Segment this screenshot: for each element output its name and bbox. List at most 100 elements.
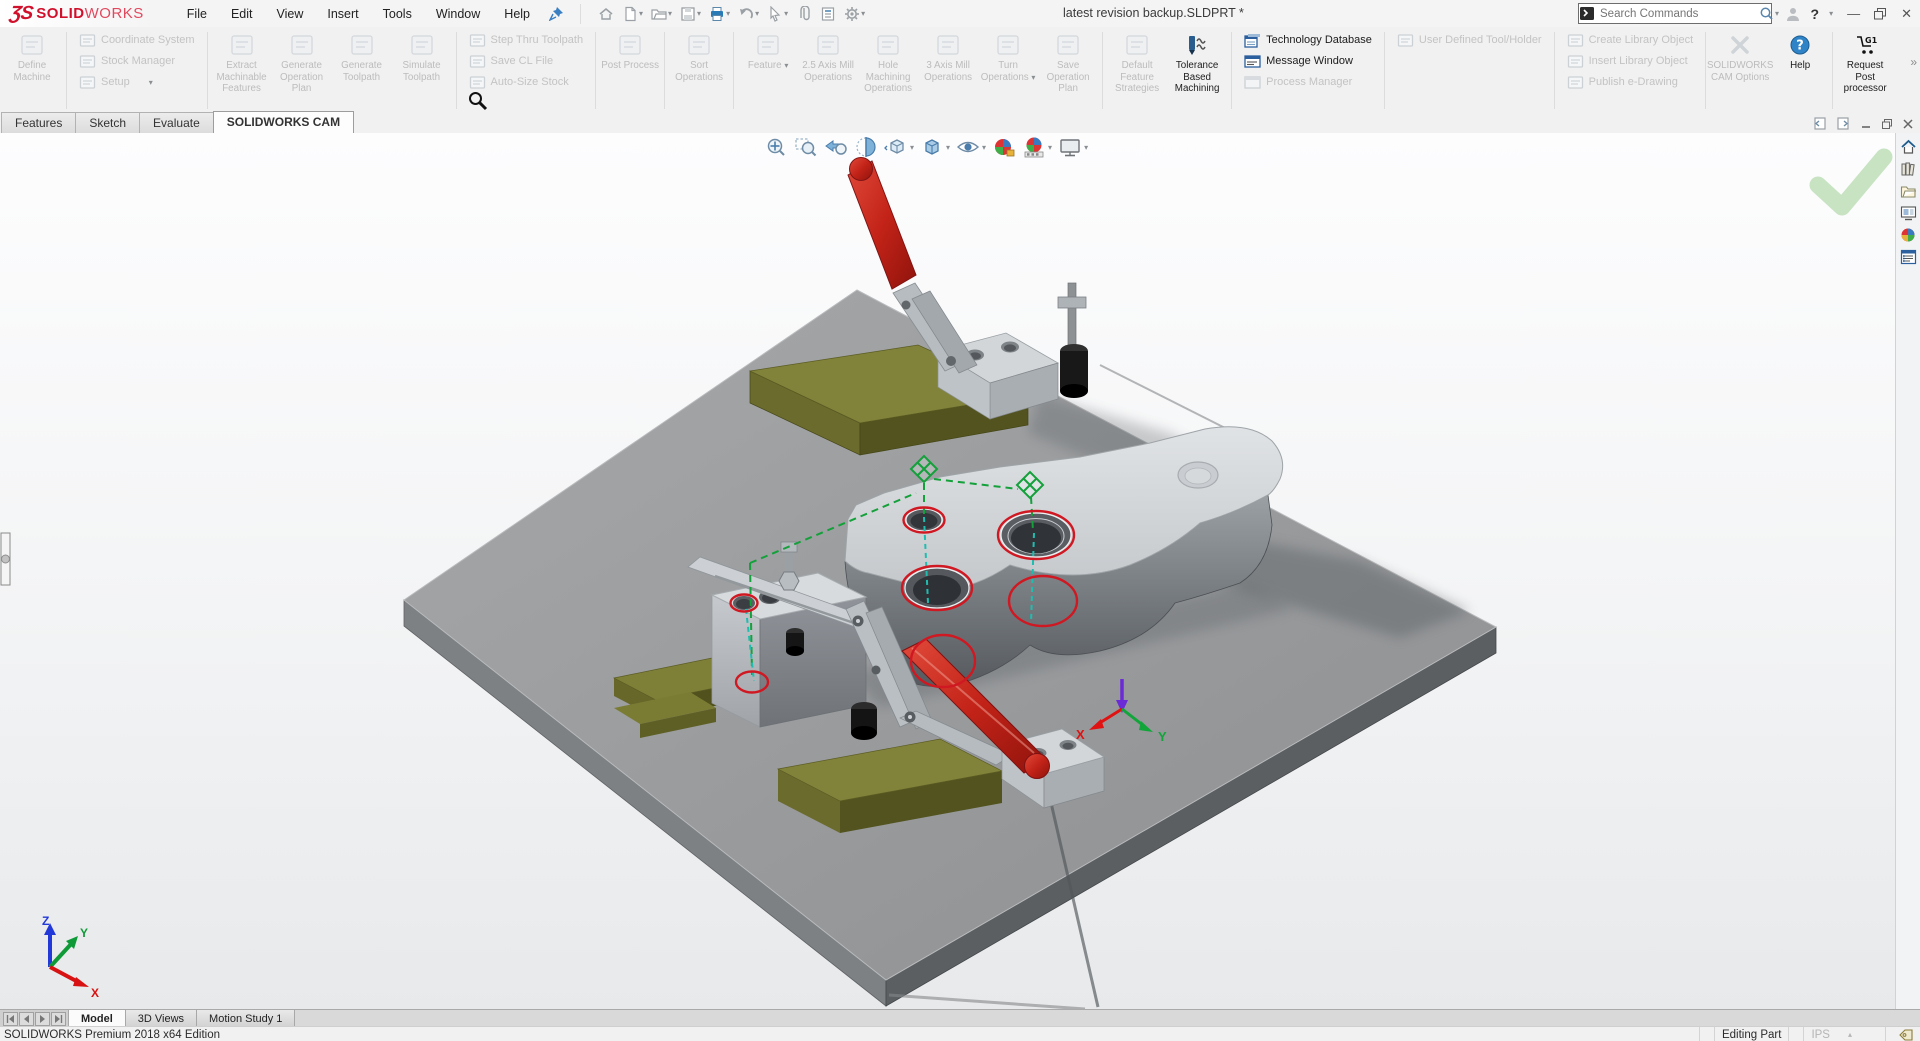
restore-document-icon[interactable]: [1881, 118, 1893, 130]
save-caret-icon[interactable]: ▾: [697, 9, 701, 18]
ribbon-button-create-library-object[interactable]: Create Library Object: [1563, 31, 1698, 49]
minimize-document-icon[interactable]: [1860, 118, 1872, 130]
attach-button[interactable]: [793, 4, 815, 24]
ribbon-button-step-thru-toolpath[interactable]: Step Thru Toolpath: [465, 31, 588, 49]
setup-caret-icon[interactable]: ▾: [149, 78, 153, 87]
options-gear-caret-icon[interactable]: ▾: [861, 9, 865, 18]
ribbon-button-solidworks-cam-options[interactable]: SOLIDWORKS CAM Options: [1710, 29, 1770, 112]
search-caret-icon[interactable]: ▾: [1775, 9, 1779, 18]
close-document-icon[interactable]: [1902, 118, 1914, 130]
ribbon-button-save-operation-plan[interactable]: Save Operation Plan: [1038, 29, 1098, 112]
ribbon-button-generate-toolpath[interactable]: Generate Toolpath: [332, 29, 392, 112]
menu-file[interactable]: File: [176, 2, 218, 26]
ribbon-button-save-cl-file[interactable]: Save CL File: [465, 52, 588, 70]
previous-view-button[interactable]: [823, 135, 849, 159]
search-commands-box[interactable]: ▾: [1578, 3, 1772, 24]
open-document-button[interactable]: ▾: [648, 4, 675, 24]
section-view-button[interactable]: [853, 135, 879, 159]
last-tab-button[interactable]: [51, 1012, 66, 1026]
pin-menubar-icon[interactable]: [549, 6, 564, 21]
next-tab-button[interactable]: [35, 1012, 50, 1026]
document-tab-motion-study-1[interactable]: Motion Study 1: [196, 1010, 295, 1027]
ribbon-button-setup[interactable]: Setup▾: [75, 73, 199, 91]
apply-scene-button[interactable]: ▾: [1021, 135, 1053, 159]
print-button[interactable]: ▾: [706, 4, 733, 24]
search-launch-icon[interactable]: [1579, 6, 1596, 21]
first-tab-button[interactable]: [3, 1012, 18, 1026]
view-settings-caret-icon[interactable]: ▾: [1084, 143, 1088, 152]
new-document-caret-icon[interactable]: ▾: [639, 9, 643, 18]
display-style-caret-icon[interactable]: ▾: [946, 143, 950, 152]
edit-appearance-button[interactable]: [991, 135, 1017, 159]
hide-show-items-caret-icon[interactable]: ▾: [982, 143, 986, 152]
view-orientation-button[interactable]: ▾: [883, 135, 915, 159]
ribbon-button-feature[interactable]: Feature ▾: [738, 29, 798, 112]
ribbon-button-tolerance-based-machining[interactable]: Tolerance Based Machining: [1167, 29, 1227, 112]
view-settings-button[interactable]: ▾: [1057, 135, 1089, 159]
zoom-to-fit-button[interactable]: [763, 135, 789, 159]
task-pane-appearances-scenes-button[interactable]: [1898, 225, 1919, 244]
zoom-to-area-button[interactable]: [793, 135, 819, 159]
search-magnifier-icon[interactable]: [1758, 6, 1775, 22]
ribbon-button-hole-machining-operations[interactable]: Hole Machining Operations: [858, 29, 918, 112]
select-cursor-button[interactable]: ▾: [764, 4, 791, 24]
units-caret-icon[interactable]: ▴: [1848, 1030, 1852, 1039]
login-user-icon[interactable]: [1785, 6, 1801, 22]
previous-tab-button[interactable]: [19, 1012, 34, 1026]
confirmation-check-icon[interactable]: [1818, 157, 1884, 207]
ribbon-button-auto-size-stock[interactable]: Auto-Size Stock: [465, 73, 588, 91]
tab-sketch[interactable]: Sketch: [75, 112, 140, 133]
ribbon-button-default-feature-strategies[interactable]: Default Feature Strategies: [1107, 29, 1167, 112]
ribbon-button-help[interactable]: ?Help: [1770, 29, 1830, 112]
open-document-caret-icon[interactable]: ▾: [668, 9, 672, 18]
ribbon-button-technology-database[interactable]: Technology Database: [1240, 31, 1376, 49]
print-caret-icon[interactable]: ▾: [726, 9, 730, 18]
ribbon-button-insert-library-object[interactable]: Insert Library Object: [1563, 52, 1698, 70]
new-document-button[interactable]: ▾: [619, 4, 646, 24]
close-button[interactable]: ✕: [1897, 6, 1916, 22]
tab-solidworks-cam[interactable]: SOLIDWORKS CAM: [213, 111, 354, 133]
hide-show-tags-icon[interactable]: [1899, 1029, 1914, 1041]
3d-scene[interactable]: X Y Z Y X: [0, 133, 1896, 1009]
ribbon-button-coordinate-system[interactable]: Coordinate System: [75, 31, 199, 49]
ribbon-button-sort-operations[interactable]: Sort Operations: [669, 29, 729, 112]
graphics-viewport[interactable]: X Y Z Y X ▾ ▾ ▾ ▾ ▾: [0, 133, 1920, 1009]
menu-window[interactable]: Window: [425, 2, 491, 26]
ribbon-overflow-chevron[interactable]: »: [1910, 55, 1917, 69]
ribbon-button-request-post-processor[interactable]: G1Request Post processor: [1835, 29, 1895, 112]
undo-caret-icon[interactable]: ▾: [755, 9, 759, 18]
ribbon-button-user-defined-tool-holder[interactable]: User Defined Tool/Holder: [1393, 31, 1546, 49]
tab-evaluate[interactable]: Evaluate: [139, 112, 214, 133]
ribbon-button-post-process[interactable]: Post Process: [600, 29, 660, 112]
apply-scene-caret-icon[interactable]: ▾: [1048, 143, 1052, 152]
next-window-icon[interactable]: [1836, 117, 1851, 130]
home-button[interactable]: [595, 4, 617, 24]
ribbon-button-stock-manager[interactable]: Stock Manager: [75, 52, 199, 70]
undo-button[interactable]: ▾: [735, 4, 762, 24]
ribbon-button-publish-e-drawing[interactable]: Publish e-Drawing: [1563, 73, 1698, 91]
menu-help[interactable]: Help: [493, 2, 541, 26]
ribbon-button-process-manager[interactable]: Process Manager: [1240, 73, 1376, 91]
previous-window-icon[interactable]: [1812, 117, 1827, 130]
task-pane-custom-properties-button[interactable]: [1898, 247, 1919, 266]
ribbon-button-simulate-toolpath[interactable]: Simulate Toolpath: [392, 29, 452, 112]
file-properties-button[interactable]: [817, 4, 839, 24]
feature-tree-splitter-tab[interactable]: [1, 533, 10, 585]
help-caret-icon[interactable]: ▾: [1829, 9, 1833, 18]
units-selector[interactable]: IPS: [1811, 1029, 1830, 1041]
ribbon-button-2-5-axis-mill-operations[interactable]: 2.5 Axis Mill Operations: [798, 29, 858, 112]
select-cursor-caret-icon[interactable]: ▾: [784, 9, 788, 18]
search-input[interactable]: [1596, 8, 1758, 20]
save-button[interactable]: ▾: [677, 4, 704, 24]
help-question-button[interactable]: ?: [1811, 6, 1820, 22]
display-style-button[interactable]: ▾: [919, 135, 951, 159]
document-tab-3d-views[interactable]: 3D Views: [125, 1010, 197, 1027]
hide-show-items-button[interactable]: ▾: [955, 135, 987, 159]
ribbon-button-define-machine[interactable]: Define Machine: [2, 29, 62, 112]
task-pane-view-palette-button[interactable]: [1898, 203, 1919, 222]
options-gear-button[interactable]: ▾: [841, 4, 868, 24]
task-pane-file-explorer-button[interactable]: [1898, 181, 1919, 200]
tab-features[interactable]: Features: [1, 112, 76, 133]
view-orientation-caret-icon[interactable]: ▾: [910, 143, 914, 152]
menu-insert[interactable]: Insert: [316, 2, 369, 26]
